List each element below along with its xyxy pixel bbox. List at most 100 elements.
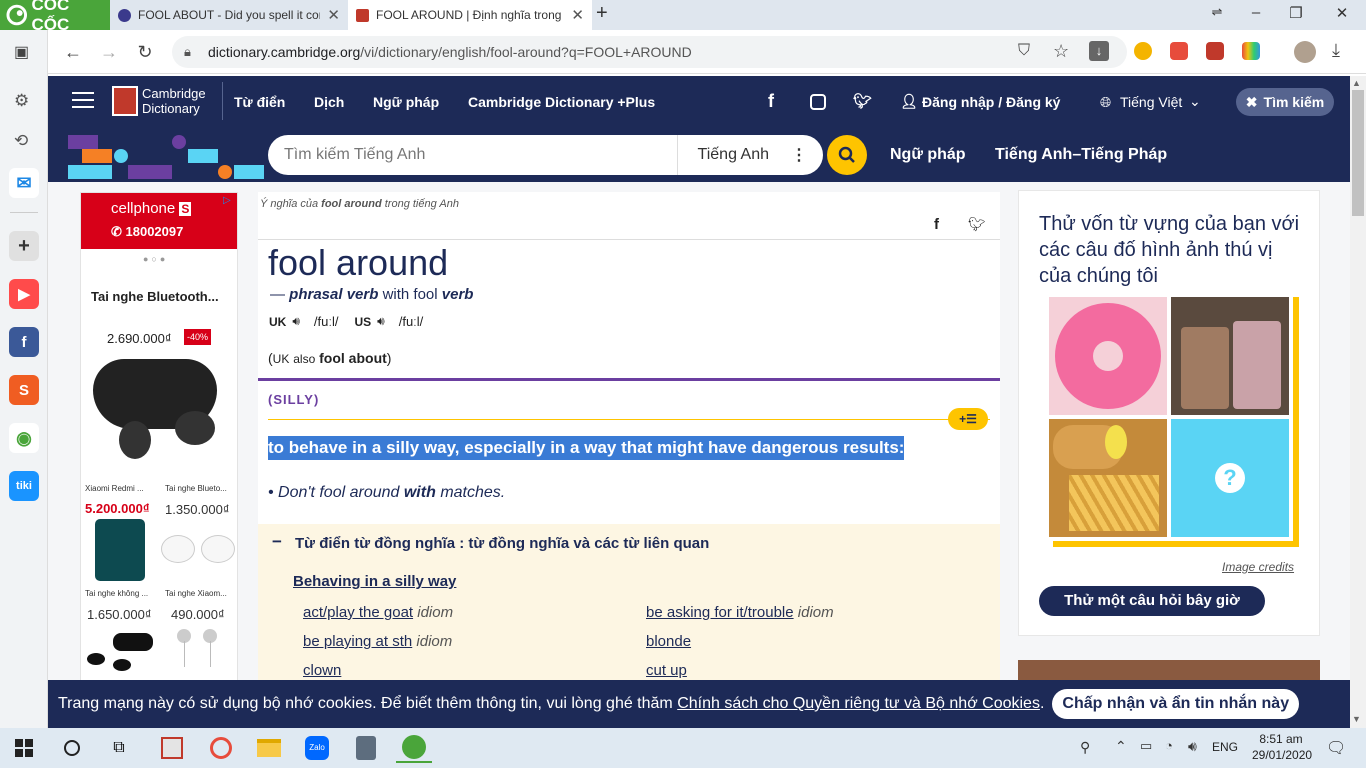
earbud-image-right[interactable] [201, 535, 235, 563]
close-tab-icon[interactable]: ✕ [327, 6, 340, 24]
earbuds-image[interactable] [93, 359, 221, 467]
mystery-image[interactable]: ? [1171, 419, 1289, 537]
bookmark-star-icon[interactable]: ☆ [1053, 41, 1069, 62]
restore-icon[interactable]: ❐ [1276, 4, 1316, 22]
app-icon[interactable] [203, 733, 239, 763]
image-credits-link[interactable]: Image credits [1222, 560, 1294, 574]
sidebar-toggle-icon[interactable]: ▣ [14, 42, 29, 62]
hamburger-menu-icon[interactable] [72, 92, 94, 108]
tab-list-icon[interactable]: ⇌ [1197, 4, 1237, 20]
language-select[interactable]: Tiếng Việt [1120, 94, 1182, 110]
related-word[interactable]: be asking for it/trouble idiom [646, 604, 834, 621]
ad-item-name[interactable]: Xiaomi Redmi ... [85, 484, 144, 493]
battery-icon[interactable]: ▭ [1140, 738, 1152, 754]
collapse-icon[interactable]: − [272, 532, 282, 552]
new-tab-icon[interactable]: + [596, 2, 608, 25]
history-icon[interactable]: ⟲ [14, 131, 28, 151]
donut-image[interactable] [1049, 297, 1167, 415]
facebook-icon[interactable]: f [9, 327, 39, 357]
network-icon[interactable]: ◔ [1165, 738, 1173, 753]
accept-cookies-button[interactable]: Chấp nhận và ẩn tin nhắn này [1052, 689, 1300, 719]
nav-plus[interactable]: Cambridge Dictionary +Plus [468, 94, 655, 110]
app-icon[interactable] [348, 733, 384, 763]
share-facebook-icon[interactable]: f [934, 216, 939, 233]
tiki-icon[interactable]: tiki [9, 471, 39, 501]
search-input[interactable]: Tìm kiếm Tiếng Anh Tiếng Anh ⋮ [268, 135, 823, 175]
earbuds-case-image[interactable] [87, 629, 153, 677]
task-view-icon[interactable]: ⧉ [101, 733, 137, 763]
login-link[interactable]: Đăng nhập / Đăng ký [922, 94, 1060, 110]
downloads-icon[interactable]: ⤓ [1332, 40, 1340, 61]
close-window-icon[interactable]: ✕ [1322, 4, 1362, 22]
coccoc-menu-button[interactable]: CỐC CỐC [0, 0, 110, 34]
earbud-image-left[interactable] [161, 535, 195, 563]
thesaurus-category-link[interactable]: Behaving in a silly way [293, 573, 456, 590]
quiz-image-grid[interactable]: ? [1045, 293, 1293, 541]
cookie-policy-link[interactable]: Chính sách cho Quyền riêng tư và Bộ nhớ … [677, 695, 1040, 713]
zalo-icon[interactable]: Zalo [299, 733, 335, 763]
address-bar[interactable]: 🔒︎ dictionary.cambridge.org/vi/dictionar… [172, 36, 1127, 68]
add-to-list-button[interactable]: +☰ [948, 408, 988, 430]
thesaurus-header[interactable]: Từ điển từ đồng nghĩa : từ đồng nghĩa và… [295, 535, 709, 552]
search-language-select[interactable]: Tiếng Anh ⋮ [676, 135, 823, 175]
ad-item-name[interactable]: Tai nghe Blueto... [165, 484, 227, 493]
nav-translate[interactable]: Dịch [314, 94, 344, 110]
subnav-grammar[interactable]: Ngữ pháp [890, 146, 966, 164]
twitter-icon[interactable]: 🐦︎ [853, 92, 872, 110]
notifications-icon[interactable]: 🗨︎ [1326, 738, 1346, 758]
related-word[interactable]: blonde [646, 633, 691, 650]
scrollbar-thumb[interactable] [1352, 90, 1364, 216]
instagram-icon[interactable] [810, 94, 826, 110]
nav-dictionary[interactable]: Từ điển [234, 94, 285, 110]
minimize-icon[interactable]: – [1236, 4, 1276, 21]
shield-icon[interactable]: ⛉ [1018, 42, 1030, 60]
related-word[interactable]: act/play the goat idiom [303, 604, 453, 621]
related-word[interactable]: cut up [646, 662, 687, 679]
extension-shield-icon[interactable] [1170, 42, 1188, 60]
back-icon[interactable]: ← [62, 42, 84, 63]
youtube-icon[interactable]: ▶ [9, 279, 39, 309]
ad-banner[interactable]: cellphone S ✆ 18002097 [81, 193, 237, 249]
ad-item-name[interactable]: Tai nghe Xiaom... [165, 589, 227, 598]
settings-icon[interactable]: ⚙ [14, 91, 29, 111]
fish-and-chips-image[interactable] [1049, 419, 1167, 537]
clock[interactable]: 8:51 am 29/01/2020 [1252, 732, 1312, 762]
nav-grammar[interactable]: Ngữ pháp [373, 94, 439, 110]
forward-icon[interactable]: → [98, 42, 120, 63]
advertisement[interactable]: cellphone S ✆ 18002097 ▷ ●○● Tai nghe Bl… [80, 192, 238, 682]
promo-image[interactable] [1018, 660, 1320, 682]
search-circle-icon[interactable] [54, 733, 90, 763]
tab-fool-around[interactable]: FOOL AROUND | Định nghĩa trong ✕ [348, 0, 592, 30]
adchoices-icon[interactable]: ▷ [223, 195, 231, 206]
file-explorer-icon[interactable] [251, 733, 287, 763]
ad-product-title[interactable]: Tai nghe Bluetooth... [91, 289, 219, 304]
scroll-down-icon[interactable]: ▼ [1352, 714, 1361, 724]
search-toggle-button[interactable]: ✖ Tìm kiếm [1236, 88, 1334, 116]
related-word[interactable]: be playing at sth idiom [303, 633, 452, 650]
profile-avatar[interactable] [1294, 41, 1316, 63]
cambridge-logo[interactable]: Cambridge Dictionary [142, 86, 206, 116]
messenger-icon[interactable]: ✉ [9, 168, 39, 198]
extension-grid-icon[interactable] [1242, 42, 1260, 60]
ad-item-name[interactable]: Tai nghe không ... [85, 589, 148, 598]
coccoc-app-icon[interactable]: ◉ [9, 423, 39, 453]
show-hidden-icon[interactable]: ⌃ [1115, 738, 1127, 755]
facebook-icon[interactable]: f [768, 91, 774, 112]
related-word[interactable]: clown [303, 662, 341, 679]
add-app-icon[interactable]: + [9, 231, 39, 261]
start-windows-icon[interactable] [6, 733, 42, 763]
search-button[interactable] [827, 135, 867, 175]
extension-red-icon[interactable] [1206, 42, 1224, 60]
reload-icon[interactable]: ↻ [134, 42, 156, 63]
milkshake-image[interactable] [1171, 297, 1289, 415]
subnav-en-fr[interactable]: Tiếng Anh–Tiếng Pháp [995, 146, 1167, 164]
tab-fool-about[interactable]: FOOL ABOUT - Did you spell it cor ✕ [110, 0, 348, 30]
phone-image[interactable] [95, 519, 145, 581]
people-icon[interactable]: ⚲ [1080, 739, 1090, 756]
download-icon[interactable]: ↓ [1089, 41, 1109, 61]
share-twitter-icon[interactable]: 🐦︎ [968, 216, 986, 233]
extension-chrome-icon[interactable] [1134, 42, 1152, 60]
app-icon[interactable] [154, 733, 190, 763]
quiz-start-button[interactable]: Thử một câu hỏi bây giờ [1039, 586, 1265, 616]
volume-icon[interactable]: 🔊︎ [1188, 738, 1197, 755]
